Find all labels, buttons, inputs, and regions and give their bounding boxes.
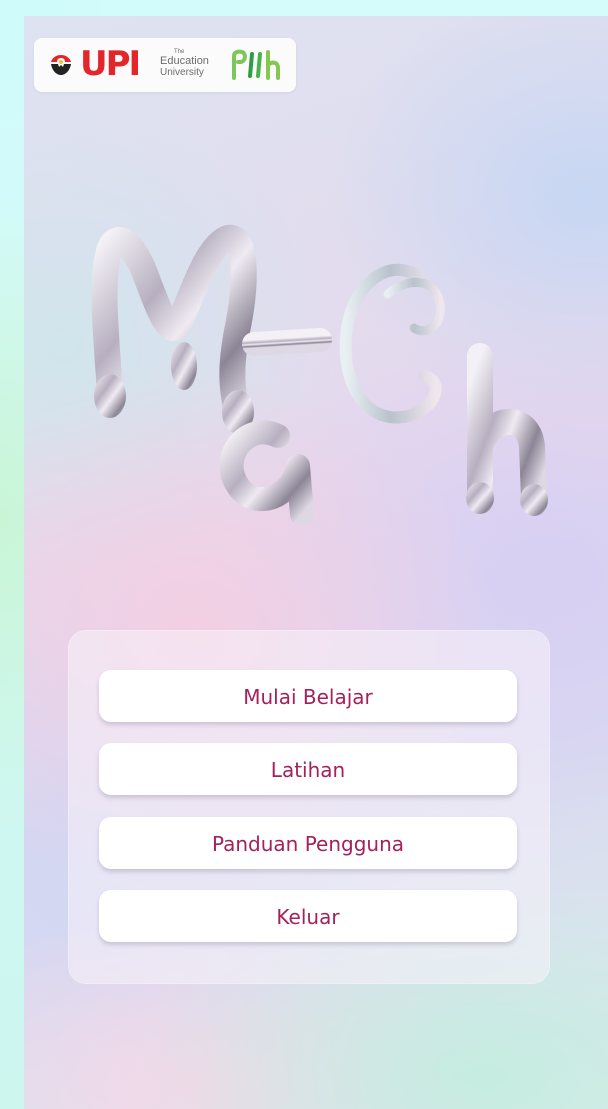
main-menu-panel: Mulai Belajar Latihan Panduan Pengguna K… [68, 630, 550, 984]
upi-subtitle-line2: University [160, 67, 204, 78]
panduan-pengguna-button[interactable]: Panduan Pengguna [99, 817, 517, 869]
upi-subtitle: The Education University [160, 49, 209, 78]
pkh-logo-icon [232, 49, 280, 80]
upi-logo-text: UPI [80, 44, 141, 84]
logo-header: UPI The Education University [34, 38, 296, 92]
mulai-belajar-button[interactable]: Mulai Belajar [99, 670, 517, 722]
main-screen: UPI The Education University Mulai Belaj… [24, 16, 608, 1109]
app-frame: UPI The Education University Mulai Belaj… [0, 0, 608, 1109]
keluar-button[interactable]: Keluar [99, 890, 517, 942]
title-art-icon [91, 225, 548, 526]
upi-subtitle-line1: Education [160, 55, 209, 67]
upi-emblem-icon [51, 55, 71, 75]
latihan-button[interactable]: Latihan [99, 743, 517, 795]
